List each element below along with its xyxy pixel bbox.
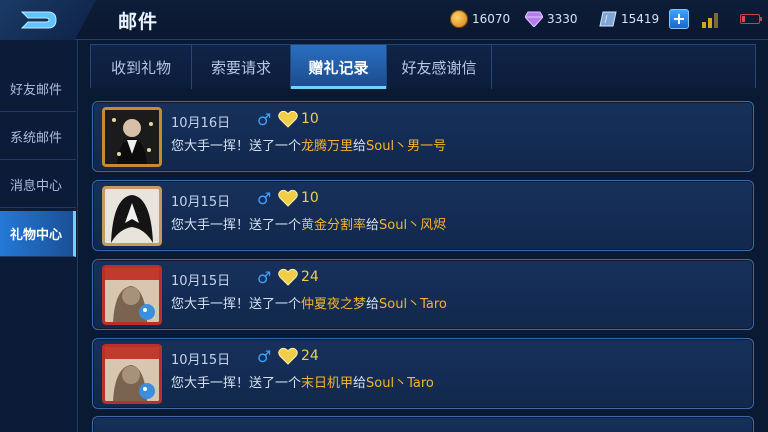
coin-amount: 16070 xyxy=(472,12,511,26)
message-connector: 给 xyxy=(353,139,367,154)
list-item[interactable] xyxy=(92,416,754,432)
recipient-name: Soul丶男一号 xyxy=(366,139,447,154)
heart-icon xyxy=(278,189,298,207)
message-connector: 给 xyxy=(366,297,380,312)
charm-value: 10 xyxy=(301,190,319,206)
back-button[interactable] xyxy=(0,0,96,40)
avatar xyxy=(102,107,162,167)
heart-icon xyxy=(278,347,298,365)
record-date: 10月15日 xyxy=(171,195,231,210)
record-message: 您大手一挥！送了一个仲夏夜之梦给Soul丶Taro xyxy=(171,293,447,312)
charm-value: 10 xyxy=(301,111,319,127)
sidebar-item-system-mail[interactable]: 系统邮件 xyxy=(0,114,76,160)
message-prefix: 您大手一挥！送了一个 xyxy=(171,139,302,154)
list-item[interactable]: 10月16日 ♂ 10 您大手一挥！送了一个龙腾万里给Soul丶男一号 xyxy=(92,101,754,172)
coin-balance: 16070 xyxy=(450,9,510,29)
message-prefix: 您大手一挥！送了一个 xyxy=(171,218,302,233)
heart-icon xyxy=(278,268,298,286)
list-item[interactable]: 10月15日 ♂ 10 您大手一挥！送了一个黄金分割率给Soul丶风烬 xyxy=(92,180,754,251)
avatar xyxy=(102,265,162,325)
add-currency-button[interactable]: + xyxy=(669,9,689,29)
back-arrow-icon xyxy=(20,11,57,29)
record-date: 10月15日 xyxy=(171,353,231,368)
recipient-name: Soul丶Taro xyxy=(379,297,447,312)
record-message: 您大手一挥！送了一个龙腾万里给Soul丶男一号 xyxy=(171,135,446,154)
tab-gift-records[interactable]: 赠礼记录 xyxy=(291,45,387,89)
top-bar: 邮件 16070 3330 15419 + xyxy=(0,0,768,40)
record-date: 10月15日 xyxy=(171,274,231,289)
signal-icon xyxy=(702,12,720,28)
tab-label: 收到礼物 xyxy=(110,58,171,77)
plus-icon: + xyxy=(672,9,686,28)
gift-name: 仲夏夜之梦 xyxy=(301,297,367,312)
tab-received-gifts[interactable]: 收到礼物 xyxy=(91,45,192,89)
sidebar-item-label: 系统邮件 xyxy=(10,131,63,146)
gift-name: 黄金分割率 xyxy=(301,218,367,233)
avatar xyxy=(102,186,162,246)
avatar xyxy=(102,344,162,404)
page-title: 邮件 xyxy=(118,11,159,33)
sidebar-item-label: 好友邮件 xyxy=(10,83,63,98)
sidebar-item-message-center[interactable]: 消息中心 xyxy=(0,162,76,208)
male-icon: ♂ xyxy=(257,189,272,208)
gift-record-list[interactable]: 10月16日 ♂ 10 您大手一挥！送了一个龙腾万里给Soul丶男一号 10月1… xyxy=(84,92,764,432)
male-icon: ♂ xyxy=(257,268,272,287)
message-connector: 给 xyxy=(366,218,380,233)
battery-icon xyxy=(740,14,762,24)
recipient-name: Soul丶Taro xyxy=(366,376,434,391)
voucher-icon xyxy=(599,11,617,27)
tab-label: 赠礼记录 xyxy=(308,58,369,77)
record-date: 10月16日 xyxy=(171,116,231,131)
male-icon: ♂ xyxy=(257,347,272,366)
sidebar-item-label: 礼物中心 xyxy=(10,228,63,243)
tab-label: 好友感谢信 xyxy=(401,58,477,77)
charm-value: 24 xyxy=(301,348,319,364)
gift-name: 末日机甲 xyxy=(301,376,354,391)
diamond-balance: 3330 xyxy=(525,9,578,29)
coin-icon xyxy=(450,10,468,28)
tab-requests[interactable]: 索要请求 xyxy=(192,45,291,89)
tab-label: 索要请求 xyxy=(210,58,271,77)
record-message: 您大手一挥！送了一个黄金分割率给Soul丶风烬 xyxy=(171,214,446,233)
diamond-amount: 3330 xyxy=(547,12,578,26)
diamond-icon xyxy=(525,11,543,27)
sidebar-item-label: 消息中心 xyxy=(10,179,63,194)
tab-bar: 收到礼物 索要请求 赠礼记录 好友感谢信 xyxy=(90,44,756,89)
charm-value: 24 xyxy=(301,269,319,285)
message-prefix: 您大手一挥！送了一个 xyxy=(171,297,302,312)
gift-name: 龙腾万里 xyxy=(301,139,354,154)
recipient-name: Soul丶风烬 xyxy=(379,218,447,233)
sidebar: 好友邮件 系统邮件 消息中心 礼物中心 xyxy=(0,40,78,432)
message-prefix: 您大手一挥！送了一个 xyxy=(171,376,302,391)
record-message: 您大手一挥！送了一个末日机甲给Soul丶Taro xyxy=(171,372,434,391)
heart-icon xyxy=(278,110,298,128)
voucher-amount: 15419 xyxy=(621,12,660,26)
message-connector: 给 xyxy=(353,376,367,391)
list-item[interactable]: 10月15日 ♂ 24 您大手一挥！送了一个仲夏夜之梦给Soul丶Taro xyxy=(92,259,754,330)
voucher-balance: 15419 xyxy=(599,9,659,29)
tab-thank-you-letters[interactable]: 好友感谢信 xyxy=(387,45,492,89)
male-icon: ♂ xyxy=(257,110,272,129)
list-item[interactable]: 10月15日 ♂ 24 您大手一挥！送了一个末日机甲给Soul丶Taro xyxy=(92,338,754,409)
sidebar-item-friend-mail[interactable]: 好友邮件 xyxy=(0,66,76,112)
sidebar-item-gift-center[interactable]: 礼物中心 xyxy=(0,211,76,257)
